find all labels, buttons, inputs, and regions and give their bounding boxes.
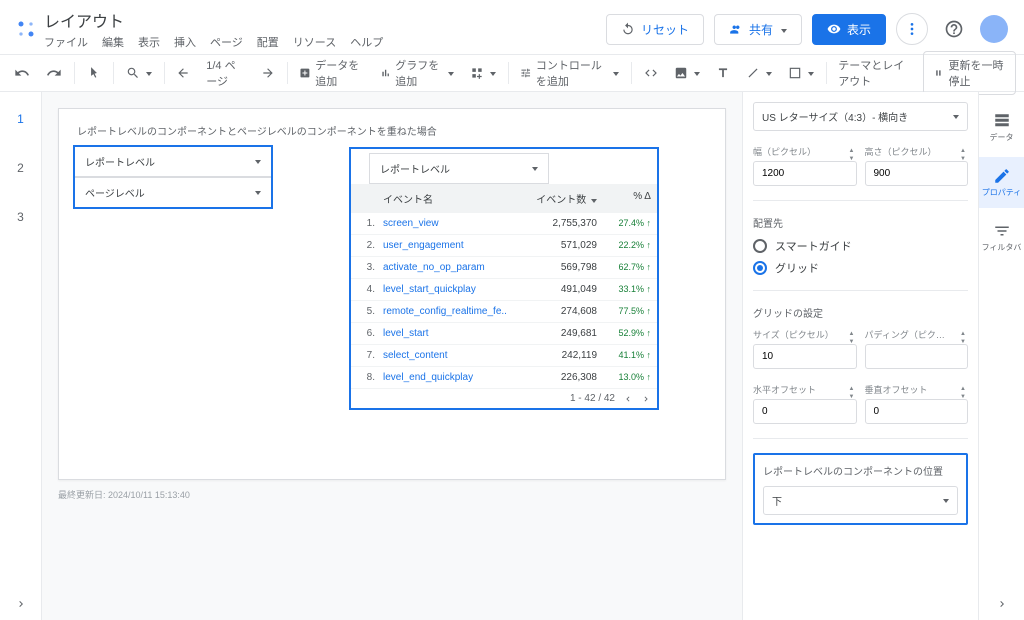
reset-button[interactable]: リセット	[606, 14, 704, 45]
collapse-right-button[interactable]	[996, 598, 1008, 610]
pointer-tool[interactable]	[81, 62, 107, 84]
add-data-button[interactable]: データを追加	[293, 53, 370, 93]
next-page-button[interactable]	[255, 62, 281, 84]
table-row[interactable]: 6.level_start249,68152.9% ↑	[351, 323, 657, 345]
help-icon[interactable]	[938, 13, 970, 45]
menu-help[interactable]: ヘルプ	[350, 34, 383, 50]
add-chart-button[interactable]: グラフを追加	[374, 53, 460, 93]
next-page-icon[interactable]	[641, 394, 651, 404]
page-title: レイアウト	[44, 8, 606, 32]
more-options-button[interactable]	[896, 13, 928, 45]
app-header: レイアウト ファイル 編集 表示 挿入 ページ 配置 リソース ヘルプ リセット…	[0, 0, 1024, 54]
properties-panel: US レターサイズ（4:3）- 横向き 幅（ピクセル） ▲▼ 高さ（ピクセル） …	[742, 92, 978, 620]
canvas-area: レポートレベルのコンポーネントとページレベルのコンポーネントを重ねた場合 レポー…	[42, 92, 742, 620]
redo-button[interactable]	[40, 61, 68, 85]
page-nav-2[interactable]: 2	[17, 161, 24, 175]
dropdown-group-left[interactable]: レポートレベル ページレベル	[73, 145, 273, 209]
add-control-button[interactable]: コントロールを追加	[514, 53, 624, 93]
table-body: 1.screen_view2,755,37027.4% ↑2.user_enga…	[351, 213, 657, 389]
prev-page-button[interactable]	[170, 62, 196, 84]
h-offset-input[interactable]	[753, 399, 857, 424]
snap-to-title: 配置先	[753, 215, 968, 230]
radio-grid[interactable]: グリッド	[753, 260, 968, 276]
table-row[interactable]: 3.activate_no_op_param569,79862.7% ↑	[351, 257, 657, 279]
table-pagination: 1 - 42 / 42	[351, 389, 657, 408]
line-button[interactable]	[740, 62, 778, 84]
table-row[interactable]: 7.select_content242,11941.1% ↑	[351, 345, 657, 367]
chart-block[interactable]: レポートレベル イベント名 イベント数 % Δ 1.screen_view2,7…	[349, 147, 659, 410]
main-area: 1 2 3 レポートレベルのコンポーネントとページレベルのコンポーネントを重ねた…	[0, 92, 1024, 620]
canvas-size-select[interactable]: US レターサイズ（4:3）- 横向き	[753, 102, 968, 131]
dropdown-page-level[interactable]: ページレベル	[75, 177, 271, 207]
avatar[interactable]	[980, 15, 1008, 43]
v-offset-input[interactable]	[865, 399, 969, 424]
dropdown-report-level[interactable]: レポートレベル	[75, 147, 271, 177]
embed-button[interactable]	[638, 62, 664, 84]
prev-page-icon[interactable]	[623, 394, 633, 404]
zoom-tool[interactable]	[120, 62, 158, 84]
width-input[interactable]	[753, 161, 857, 186]
menu-file[interactable]: ファイル	[44, 34, 88, 50]
undo-button[interactable]	[8, 61, 36, 85]
tab-filter[interactable]: フィルタバ	[979, 212, 1024, 263]
toolbar: 1/4 ページ データを追加 グラフを追加 コントロールを追加 テーマとレイアウ…	[0, 54, 1024, 92]
menu-page[interactable]: ページ	[210, 34, 243, 50]
display-button[interactable]: 表示	[812, 14, 886, 45]
expand-pages-button[interactable]	[15, 598, 27, 610]
table-row[interactable]: 2.user_engagement571,02922.2% ↑	[351, 235, 657, 257]
menu-resource[interactable]: リソース	[293, 34, 336, 50]
page-navigator: 1 2 3	[0, 92, 42, 620]
menu-insert[interactable]: 挿入	[174, 34, 196, 50]
menu-arrange[interactable]: 配置	[257, 34, 279, 50]
logo-icon	[16, 19, 36, 39]
page-nav-1[interactable]: 1	[17, 112, 24, 126]
data-icon	[993, 112, 1011, 130]
edit-icon	[993, 167, 1011, 185]
table-row[interactable]: 8.level_end_quickplay226,30813.0% ↑	[351, 367, 657, 389]
component-position-section: レポートレベルのコンポーネントの位置 下	[753, 453, 968, 525]
pause-refresh-button[interactable]: 更新を一時停止	[923, 51, 1016, 95]
table-header: イベント名 イベント数 % Δ	[351, 184, 657, 213]
image-button[interactable]	[668, 62, 706, 84]
tab-property[interactable]: プロパティ	[979, 157, 1024, 208]
add-community-button[interactable]	[464, 62, 502, 84]
share-button[interactable]: 共有	[714, 14, 802, 45]
component-position-select[interactable]: 下	[763, 486, 958, 515]
canvas-title: レポートレベルのコンポーネントとページレベルのコンポーネントを重ねた場合	[77, 123, 707, 138]
table-row[interactable]: 1.screen_view2,755,37027.4% ↑	[351, 213, 657, 235]
table-row[interactable]: 4.level_start_quickplay491,04933.1% ↑	[351, 279, 657, 301]
grid-padding-input[interactable]	[865, 344, 969, 369]
menu-bar: ファイル 編集 表示 挿入 ページ 配置 リソース ヘルプ	[44, 34, 606, 50]
right-tab-rail: データ プロパティ フィルタバ	[978, 92, 1024, 620]
menu-view[interactable]: 表示	[138, 34, 160, 50]
table-row[interactable]: 5.remote_config_realtime_fe..274,60877.5…	[351, 301, 657, 323]
timestamp: 最終更新日: 2024/10/11 15:13:40	[58, 488, 726, 501]
theme-layout-button[interactable]: テーマとレイアウト	[832, 53, 918, 93]
shape-button[interactable]	[782, 62, 820, 84]
page-nav-3[interactable]: 3	[17, 210, 24, 224]
grid-settings-title: グリッドの設定	[753, 305, 968, 320]
filter-icon	[993, 222, 1011, 240]
height-input[interactable]	[865, 161, 969, 186]
tab-data[interactable]: データ	[979, 102, 1024, 153]
chart-dropdown[interactable]: レポートレベル	[369, 153, 549, 184]
grid-size-input[interactable]	[753, 344, 857, 369]
report-canvas[interactable]: レポートレベルのコンポーネントとページレベルのコンポーネントを重ねた場合 レポー…	[58, 108, 726, 480]
menu-edit[interactable]: 編集	[102, 34, 124, 50]
radio-smartguide[interactable]: スマートガイド	[753, 238, 968, 254]
text-button[interactable]	[710, 62, 736, 84]
page-indicator: 1/4 ページ	[200, 53, 250, 93]
